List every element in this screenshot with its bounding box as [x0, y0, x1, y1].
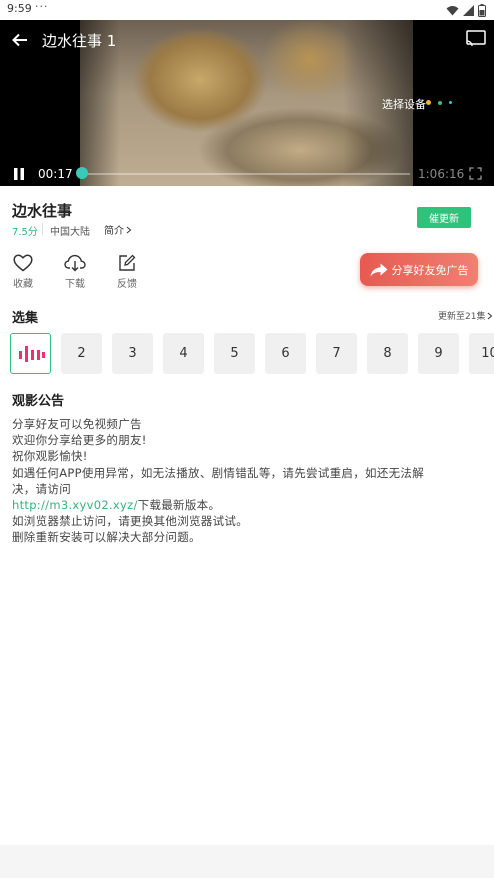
episode-button[interactable]: 10 [469, 333, 494, 374]
notice-title: 观影公告 [12, 394, 65, 409]
episode-button[interactable]: 5 [214, 333, 255, 374]
episode-1-playing[interactable] [10, 333, 51, 374]
notice-body: 分享好友可以免视频广告 欢迎你分享给更多的朋友! 祝你观影愉快! 如遇任何APP… [12, 416, 482, 546]
feedback-button[interactable]: 反馈 [109, 254, 145, 290]
wifi-icon [446, 5, 459, 15]
select-device-label[interactable]: 选择设备 [382, 96, 426, 112]
feedback-label: 反馈 [117, 279, 137, 290]
status-time: 9:59 [7, 2, 32, 15]
episode-button[interactable]: 3 [112, 333, 153, 374]
share-friends-button[interactable]: 分享好友免广告 [360, 253, 478, 286]
share-arrow-icon [370, 263, 387, 276]
rating: 7.5分 [12, 227, 38, 238]
show-title: 边水往事 [12, 202, 73, 220]
meta-divider [42, 223, 43, 235]
fullscreen-icon[interactable] [469, 167, 482, 180]
urge-update-button[interactable]: 催更新 [417, 207, 471, 228]
notice-line: 分享好友可以免视频广告 [12, 417, 142, 431]
cast-icon[interactable] [466, 30, 486, 48]
episode-button[interactable]: 6 [265, 333, 306, 374]
video-title: 边水往事 1 [42, 32, 117, 50]
region: 中国大陆 [50, 227, 90, 238]
status-icons [446, 3, 486, 17]
episode-button[interactable]: 4 [163, 333, 204, 374]
episode-list: 2 3 4 5 6 7 8 9 10 [10, 333, 494, 374]
notice-link-suffix: 下载最新版本。 [137, 498, 221, 513]
download-label: 下载 [65, 279, 85, 290]
notice-line: 欢迎你分享给更多的朋友! [12, 433, 147, 448]
favorite-button[interactable]: 收藏 [5, 254, 41, 290]
notice-line: 决，请访问 [12, 481, 71, 496]
pause-icon[interactable] [12, 167, 26, 181]
download-button[interactable]: 下载 [57, 254, 93, 290]
device-dot [449, 101, 452, 104]
playing-bars-icon [18, 345, 45, 362]
download-icon [64, 254, 86, 272]
back-arrow-icon[interactable] [10, 30, 30, 50]
status-bar: 9:59 ··· [0, 0, 494, 20]
notice-line: 如浏览器禁止访问，请更换其他浏览器试试。 [12, 514, 248, 529]
video-player[interactable]: 边水往事 1 选择设备 00:17 1:06:16 [0, 20, 494, 186]
episode-button[interactable]: 2 [61, 333, 102, 374]
episode-button[interactable]: 9 [418, 333, 459, 374]
device-dot [438, 100, 442, 105]
update-info-link[interactable]: 更新至21集 [438, 309, 493, 322]
share-button-label: 分享好友免广告 [391, 263, 469, 277]
notice-link-line: http://m3.xyv02.xyz/下载最新版本。 [12, 497, 482, 513]
device-dot [426, 100, 431, 105]
current-time: 00:17 [38, 167, 73, 181]
chevron-right-icon [126, 226, 132, 233]
bottom-area [0, 845, 494, 878]
heart-icon [13, 254, 33, 272]
battery-icon [478, 3, 486, 17]
feedback-icon [119, 254, 136, 271]
device-indicator-dots [426, 100, 452, 105]
download-link[interactable]: http://m3.xyv02.xyz/ [12, 498, 138, 512]
seek-bar[interactable] [82, 173, 410, 175]
intro-link[interactable]: 简介 [104, 222, 132, 237]
notice-line: 删除重新安装可以解决大部分问题。 [12, 530, 201, 545]
notice-line: 如遇任何APP使用异常，如无法播放、剧情错乱等，请先尝试重启，如还无法解 [12, 465, 425, 480]
status-more-icon: ··· [35, 0, 49, 13]
video-frame [80, 20, 413, 186]
update-info-label: 更新至21集 [438, 312, 486, 322]
episode-button[interactable]: 8 [367, 333, 408, 374]
intro-label: 简介 [104, 226, 124, 237]
signal-icon [463, 4, 474, 16]
notice-line: 祝你观影愉快! [12, 449, 88, 464]
episodes-section-title: 选集 [12, 311, 39, 326]
favorite-label: 收藏 [13, 279, 33, 290]
total-time: 1:06:16 [418, 167, 465, 181]
episode-button[interactable]: 7 [316, 333, 357, 374]
seek-thumb[interactable] [76, 167, 88, 179]
chevron-right-icon [488, 312, 493, 319]
